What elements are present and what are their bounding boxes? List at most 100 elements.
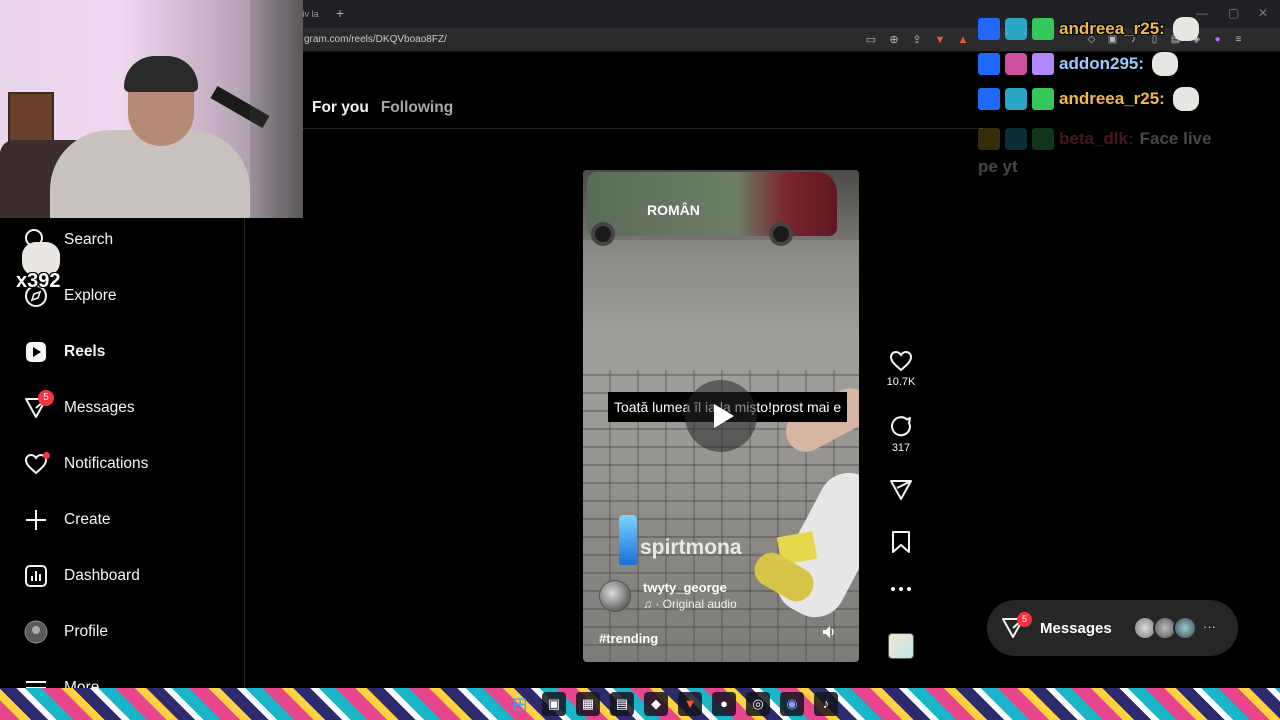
app-icon[interactable]: ● [712,692,736,716]
avatar-icon [22,618,50,646]
sidebar-item-create[interactable]: Create [22,505,111,535]
bot-badge-icon [1005,18,1027,40]
cat-emote-icon [1172,17,1199,41]
browser-tab[interactable]: tiv la [300,0,324,28]
taskbar-apps: ⊞ ▣ ▦ ▤ ◆ ▼ ● ◎ ◉ ♪ [508,692,838,716]
audio-thumbnail[interactable] [888,633,914,659]
moderator-badge-icon [978,18,1000,40]
bottle-icon [619,515,637,565]
audio-label: · Original audio [655,597,737,611]
sidebar-item-reels[interactable]: Reels [22,337,105,367]
music-note-icon: ♫ [643,597,656,611]
chat-text: pe yt [978,157,1018,176]
feed-divider [303,128,983,129]
heart-icon [880,350,922,372]
messenger-icon: 5 [22,390,54,422]
comment-button[interactable]: 317 [880,414,922,454]
messages-badge: 5 [1017,612,1032,627]
cat-emote-icon [1172,87,1199,111]
chat-username: andreea_r25: [1059,89,1165,108]
brave-shield-icon[interactable]: ▼ [933,33,947,47]
message-avatars [1133,616,1197,640]
author-name[interactable]: twyty_george [643,580,727,595]
moderator-badge-icon [978,88,1000,110]
ellipsis-icon [880,585,922,593]
bookmark-icon [880,530,922,554]
sidebar-item-messages[interactable]: 5 Messages [22,390,135,423]
sidebar-item-label: Explore [64,287,117,304]
sidebar-item-label: Search [64,231,114,248]
van-text: ROMÂN [647,202,700,218]
bot-badge-icon [1005,88,1027,110]
store-icon[interactable]: ◆ [644,692,668,716]
task-view-icon[interactable]: ▣ [542,692,566,716]
chat-username: andreea_r25: [1059,19,1165,38]
more-options-button[interactable] [880,585,922,593]
sidebar-item-notifications[interactable]: Notifications [22,449,148,479]
url-field[interactable]: gram.com/reels/DKQVboao8FZ/ [304,34,447,45]
share-icon [880,478,922,502]
sidebar-item-label: Messages [64,399,135,416]
tab-following[interactable]: Following [381,99,453,117]
sidebar-item-label: Create [64,511,111,528]
windows-start-icon[interactable]: ⊞ [508,692,532,716]
play-icon [714,404,734,428]
feed-tabs: For you Following [312,99,453,117]
hashtag-link[interactable]: #trending [599,631,658,646]
video-watermark: spirtmona [640,536,742,559]
chat-message-faded: pe yt [978,153,1018,181]
volume-icon[interactable] [821,624,837,640]
brave-rewards-icon[interactable]: ▲ [956,33,970,47]
van-wheel [769,222,793,246]
app-icon[interactable]: ♪ [814,692,838,716]
file-explorer-icon[interactable]: ▤ [610,692,634,716]
reel-video[interactable]: ROMÂN Toată lumea îl ia la mișto!prost m… [583,170,859,662]
tab-for-you[interactable]: For you [312,99,369,117]
share-icon[interactable]: ⇪ [910,33,924,47]
author-avatar[interactable] [599,580,631,612]
bot-badge-icon [1005,53,1027,75]
cat-emote-icon [1152,52,1179,76]
streamer-beanie [124,56,198,92]
cat-emote-overlay: x392 [16,242,68,296]
messages-badge: 5 [38,390,54,406]
new-tab-button[interactable]: + [336,5,348,21]
play-button[interactable] [685,380,757,452]
emote-count: x392 [16,270,61,292]
discord-icon[interactable]: ◉ [780,692,804,716]
gift-badge-icon [1032,88,1054,110]
audio-link[interactable]: ♫ · Original audio [643,597,737,611]
app-icon[interactable]: ▦ [576,692,600,716]
stream-chat-overlay: andreea_r25: addon295: andreea_r25: beta… [978,0,1280,200]
chat-text: Face live [1139,129,1212,148]
chat-message: addon295: [978,50,1179,78]
reels-icon [22,338,50,366]
comment-count: 317 [891,442,911,454]
app-icon[interactable]: ◎ [746,692,770,716]
more-icon[interactable]: ··· [1203,619,1216,634]
zoom-icon[interactable]: ⊕ [887,33,901,47]
chat-username: addon295: [1059,54,1145,73]
plus-icon [22,506,50,534]
messages-pill[interactable]: 5 Messages ··· [987,600,1238,656]
chat-username: beta_dlk: [1059,129,1134,148]
save-button[interactable] [880,530,922,554]
brave-browser-icon[interactable]: ▼ [678,692,702,716]
cast-icon[interactable]: ▭ [864,33,878,47]
sidebar-item-label: Notifications [64,455,149,472]
avatar [1173,616,1197,640]
share-button[interactable] [880,478,922,502]
crown-badge-icon [978,128,1000,150]
like-button[interactable]: 10.7K [880,350,922,388]
address-bar-actions: ▭ ⊕ ⇪ ▼ ▲ [864,33,970,47]
windows-taskbar: ⊞ ▣ ▦ ▤ ◆ ▼ ● ◎ ◉ ♪ [0,688,1280,720]
gift-badge-icon [1032,128,1054,150]
like-count: 10.7K [886,376,916,388]
sidebar-nav: Search Explore Reels 5 Messages Notifica… [0,218,245,696]
sidebar-item-dashboard[interactable]: Dashboard [22,561,140,591]
heart-icon [22,450,50,478]
sidebar-item-label: Reels [64,343,106,360]
sidebar-item-profile[interactable]: Profile [22,617,108,647]
chart-icon [22,562,50,590]
comment-icon [880,414,922,438]
